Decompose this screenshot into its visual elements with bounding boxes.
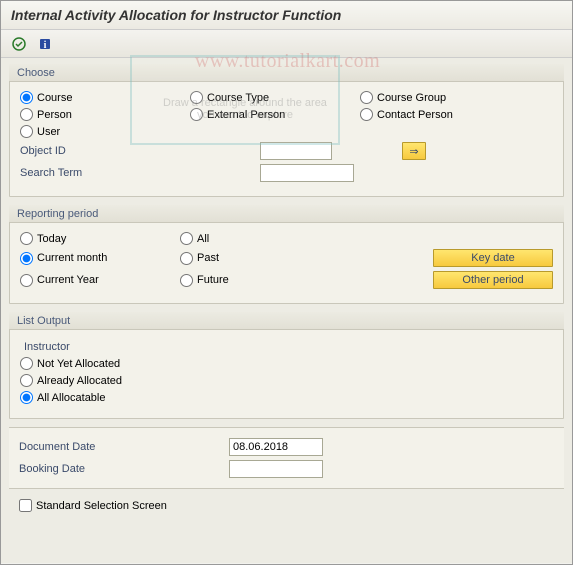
search-term-label: Search Term: [20, 167, 160, 179]
key-date-button[interactable]: Key date: [433, 249, 553, 267]
radio-all-allocatable-label: All Allocatable: [37, 392, 106, 404]
radio-today[interactable]: [20, 232, 33, 245]
radio-current-month[interactable]: [20, 252, 33, 265]
reporting-period-legend: Reporting period: [9, 205, 564, 223]
radio-course[interactable]: [20, 91, 33, 104]
radio-all-allocatable[interactable]: [20, 391, 33, 404]
radio-future[interactable]: [180, 274, 193, 287]
search-term-input[interactable]: [260, 164, 354, 182]
list-output-legend: List Output: [9, 312, 564, 330]
radio-not-yet-allocated[interactable]: [20, 357, 33, 370]
radio-past-label: Past: [197, 252, 219, 264]
radio-today-label: Today: [37, 233, 66, 245]
list-output-group: List Output Instructor Not Yet Allocated…: [9, 312, 564, 419]
booking-date-label: Booking Date: [19, 463, 229, 475]
radio-not-yet-allocated-label: Not Yet Allocated: [37, 358, 120, 370]
radio-course-type-label: Course Type: [207, 92, 269, 104]
radio-current-month-label: Current month: [37, 252, 107, 264]
toolbar: i: [1, 30, 572, 58]
radio-current-year[interactable]: [20, 274, 33, 287]
other-period-button[interactable]: Other period: [433, 271, 553, 289]
object-id-input[interactable]: [260, 142, 332, 160]
radio-all-label: All: [197, 233, 209, 245]
radio-external-person-label: External Person: [207, 109, 285, 121]
radio-user-label: User: [37, 126, 60, 138]
reporting-period-group: Reporting period Today All Current month: [9, 205, 564, 304]
booking-date-input[interactable]: [229, 460, 323, 478]
info-icon[interactable]: i: [35, 34, 55, 54]
radio-contact-person-label: Contact Person: [377, 109, 453, 121]
object-id-label: Object ID: [20, 145, 160, 157]
radio-course-type[interactable]: [190, 91, 203, 104]
svg-text:i: i: [44, 40, 47, 51]
radio-all[interactable]: [180, 232, 193, 245]
radio-course-group-label: Course Group: [377, 92, 446, 104]
execute-icon[interactable]: [9, 34, 29, 54]
radio-contact-person[interactable]: [360, 108, 373, 121]
document-date-input[interactable]: [229, 438, 323, 456]
page-title: Internal Activity Allocation for Instruc…: [1, 1, 572, 30]
document-date-label: Document Date: [19, 441, 229, 453]
radio-course-label: Course: [37, 92, 72, 104]
radio-future-label: Future: [197, 274, 229, 286]
radio-already-allocated-label: Already Allocated: [37, 375, 122, 387]
radio-already-allocated[interactable]: [20, 374, 33, 387]
radio-user[interactable]: [20, 125, 33, 138]
choose-legend: Choose: [9, 64, 564, 82]
continue-button[interactable]: ⇒: [402, 142, 426, 160]
standard-selection-label: Standard Selection Screen: [36, 500, 167, 512]
radio-person[interactable]: [20, 108, 33, 121]
radio-current-year-label: Current Year: [37, 274, 99, 286]
radio-course-group[interactable]: [360, 91, 373, 104]
standard-selection-checkbox[interactable]: [19, 499, 32, 512]
instructor-label: Instructor: [24, 341, 553, 353]
radio-person-label: Person: [37, 109, 72, 121]
choose-group: Choose Course Course Type Course Group: [9, 64, 564, 197]
radio-past[interactable]: [180, 252, 193, 265]
dates-section: Document Date Booking Date: [9, 427, 564, 489]
radio-external-person[interactable]: [190, 108, 203, 121]
